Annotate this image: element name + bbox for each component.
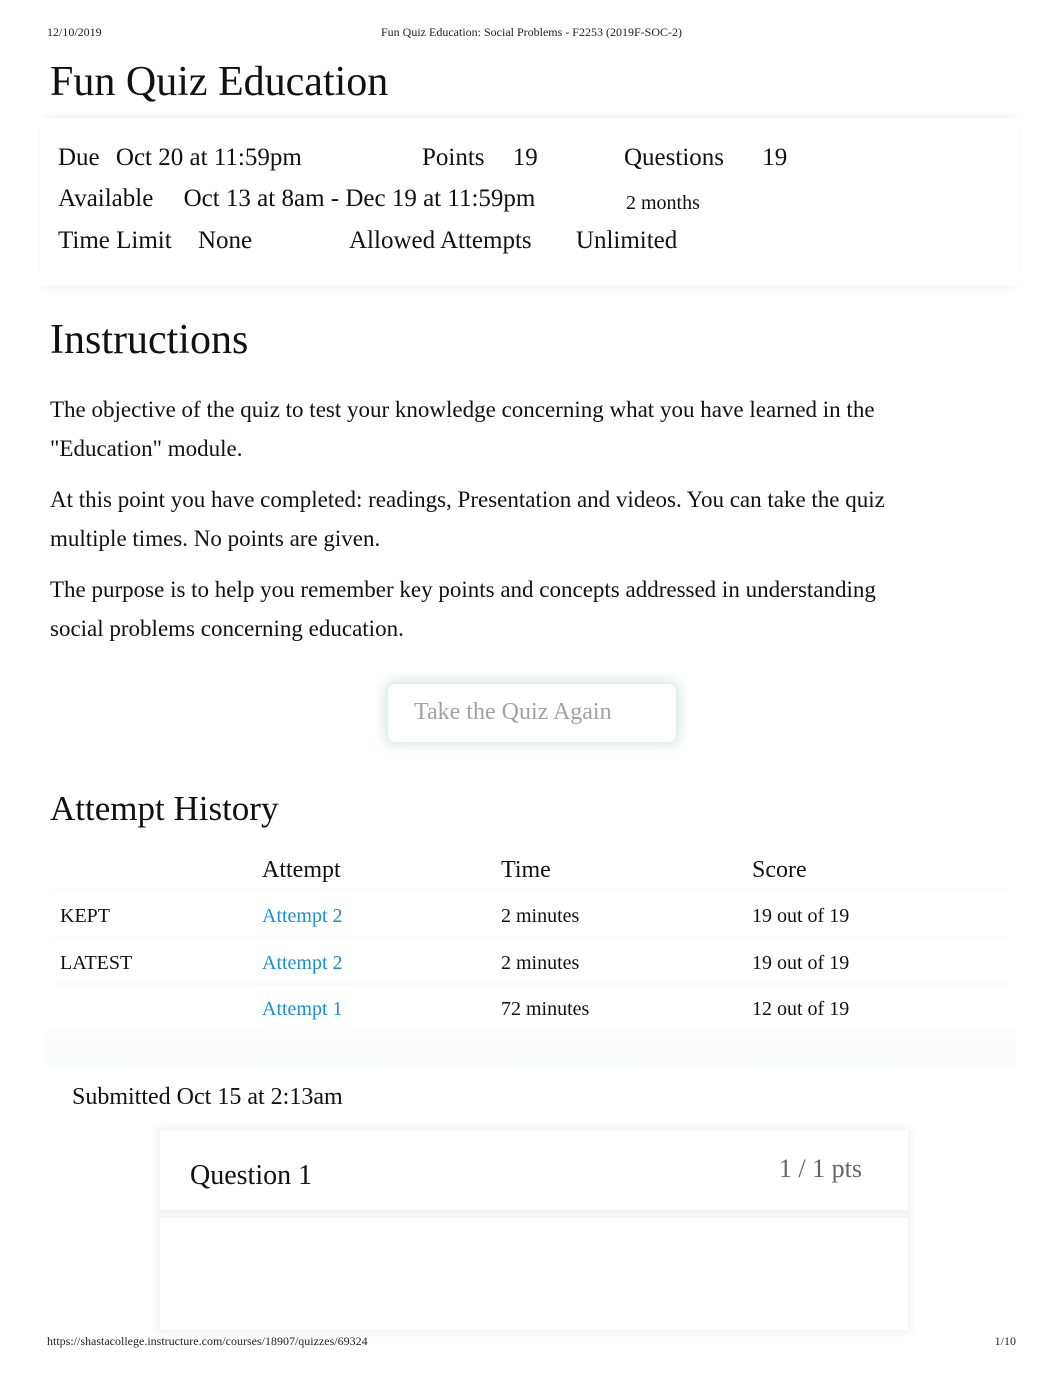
points-label: Points	[422, 144, 485, 171]
attempt-tag: LATEST	[60, 952, 133, 974]
question-card: Question 1 1 / 1 pts	[160, 1130, 908, 1330]
attempt-history-table: Attempt Time Score KEPT Attempt 2 2 minu…	[40, 850, 1020, 1066]
print-url: https://shastacollege.instructure.com/co…	[47, 1334, 368, 1348]
attempt-tag: KEPT	[60, 905, 110, 927]
take-quiz-again-button[interactable]: Take the Quiz Again	[394, 692, 670, 732]
instructions-body: The objective of the quiz to test your k…	[50, 390, 930, 660]
print-document-title: Fun Quiz Education: Social Problems - F2…	[381, 25, 682, 39]
attempt-link[interactable]: Attempt 1	[262, 998, 343, 1021]
print-header: 12/10/2019 Fun Quiz Education: Social Pr…	[47, 25, 1016, 41]
quiz-details: Due Oct 20 at 11:59pm Points 19 Question…	[40, 118, 1020, 286]
time-limit-label: Time Limit	[58, 227, 172, 254]
attempt-time: 2 minutes	[501, 952, 580, 974]
question-points: 1 / 1 pts	[778, 1154, 862, 1183]
column-header-time: Time	[501, 857, 551, 883]
due-value: Oct 20 at 11:59pm	[115, 144, 302, 171]
questions-detail: Questions 19	[624, 144, 787, 172]
attempt-time: 2 minutes	[501, 905, 580, 927]
time-limit-detail: Time Limit None	[58, 227, 252, 255]
page-title: Fun Quiz Education	[50, 59, 389, 105]
submitted-timestamp: Submitted Oct 15 at 2:13am	[72, 1084, 343, 1110]
print-page-number: 1/10	[994, 1334, 1016, 1348]
attempt-score: 19 out of 19	[752, 952, 850, 974]
allowed-attempts-detail: Allowed Attempts Unlimited	[349, 227, 677, 255]
attempt-link[interactable]: Attempt 2	[262, 952, 343, 975]
allowed-attempts-label: Allowed Attempts	[349, 227, 532, 254]
instructions-paragraph: At this point you have completed: readin…	[50, 487, 885, 551]
row-divider	[50, 940, 1010, 946]
instructions-paragraph: The purpose is to help you remember key …	[50, 577, 876, 641]
take-quiz-button-container: Take the Quiz Again	[388, 684, 676, 742]
instructions-paragraph: The objective of the quiz to test your k…	[50, 397, 875, 461]
instructions-heading: Instructions	[50, 317, 249, 363]
column-header-attempt: Attempt	[262, 857, 341, 883]
points-value: 19	[512, 144, 538, 171]
attempt-score: 19 out of 19	[752, 905, 850, 927]
questions-label: Questions	[624, 144, 724, 171]
print-footer: https://shastacollege.instructure.com/co…	[47, 1334, 1016, 1350]
available-duration: 2 months	[626, 192, 700, 214]
attempt-link[interactable]: Attempt 2	[262, 905, 343, 928]
question-header: Question 1 1 / 1 pts	[160, 1130, 908, 1218]
questions-value: 19	[762, 144, 788, 171]
due-label: Due	[58, 144, 100, 171]
attempt-score: 12 out of 19	[752, 998, 850, 1020]
allowed-attempts-value: Unlimited	[575, 227, 678, 254]
available-detail: Available Oct 13 at 8am - Dec 19 at 11:5…	[58, 185, 535, 213]
available-label: Available	[58, 185, 154, 212]
question-title: Question 1	[190, 1160, 313, 1191]
available-value: Oct 13 at 8am - Dec 19 at 11:59pm	[183, 185, 536, 212]
table-footer	[44, 1028, 1016, 1066]
points-detail: Points 19	[422, 144, 538, 172]
due-detail: Due Oct 20 at 11:59pm	[58, 144, 302, 172]
row-divider	[50, 986, 1010, 992]
column-header-score: Score	[752, 857, 807, 883]
attempt-history-heading: Attempt History	[50, 789, 279, 828]
time-limit-value: None	[197, 227, 253, 254]
row-divider	[50, 892, 1010, 898]
attempt-time: 72 minutes	[501, 998, 590, 1020]
